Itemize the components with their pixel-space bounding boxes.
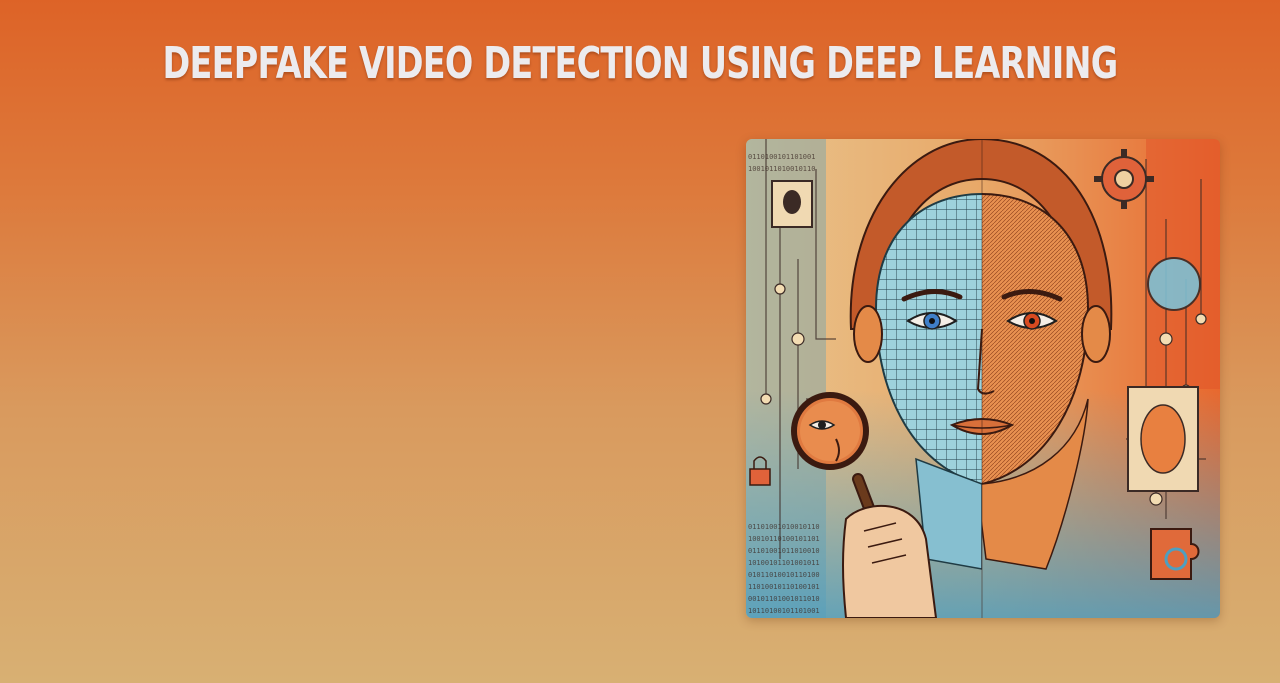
svg-text:10100101101001011: 10100101101001011 bbox=[748, 559, 820, 567]
svg-text:10010110100101101: 10010110100101101 bbox=[748, 535, 820, 543]
svg-text:11010010110100101: 11010010110100101 bbox=[748, 583, 820, 591]
svg-text:01101001010010110: 01101001010010110 bbox=[748, 523, 820, 531]
svg-text:10110100101101001: 10110100101101001 bbox=[748, 607, 820, 615]
svg-text:00101101001011010: 00101101001011010 bbox=[748, 595, 820, 603]
svg-text:01011010010110100: 01011010010110100 bbox=[748, 571, 820, 579]
svg-text:01101001011010010: 01101001011010010 bbox=[748, 547, 820, 555]
svg-text:0110100101101001: 0110100101101001 bbox=[748, 153, 815, 161]
svg-text:1001011010010110: 1001011010010110 bbox=[748, 165, 815, 173]
slide-title: DEEPFAKE VIDEO DETECTION USING DEEP LEAR… bbox=[162, 38, 1119, 89]
deepfake-illustration: 0110100101101001 1001011010010110 011010… bbox=[746, 139, 1220, 618]
